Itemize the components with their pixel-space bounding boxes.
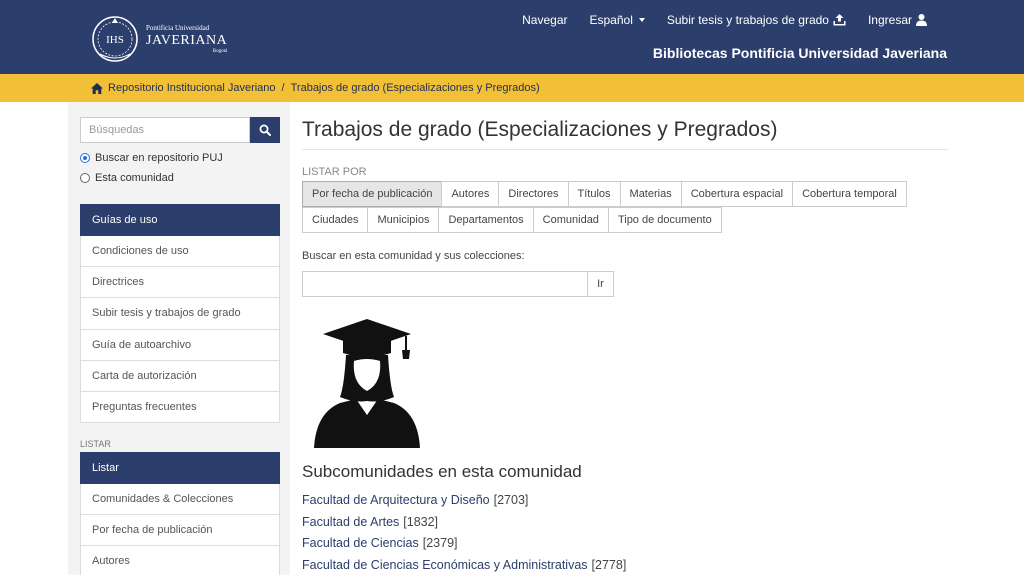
breadcrumb-separator: / [281,82,285,94]
breadcrumb: Repositorio Institucional Javeriano / Tr… [0,74,1024,102]
nav-login[interactable]: Ingresar [857,12,938,28]
sidebar-item-authorization[interactable]: Carta de autorización [80,360,280,392]
guides-header[interactable]: Guías de uso [80,204,280,236]
subcommunities-list: Facultad de Arquitectura y Diseño [2703]… [302,489,626,575]
nav-navegar-label: Navegar [522,13,568,27]
top-navigation: Navegar Español Subir tesis y trabajos d… [511,12,938,28]
browse-directors-button[interactable]: Directores [498,181,569,207]
search-icon [259,124,271,136]
browse-departments-button[interactable]: Departamentos [438,207,534,233]
logo-line-3: Bogotá [212,48,228,54]
scope-option-label: Esta comunidad [95,172,174,184]
language-dropdown[interactable]: Español [579,12,656,28]
upload-icon [833,14,846,26]
browse-buttons-row-1: Por fecha de publicación Autores Directo… [302,181,907,207]
subcommunity-link[interactable]: Facultad de Ciencias Económicas y Admini… [302,558,588,572]
university-seal-icon: IHS [92,16,138,62]
radio-unselected[interactable] [80,173,90,183]
svg-text:IHS: IHS [106,34,124,46]
home-icon[interactable] [91,82,103,94]
browse-temporal-button[interactable]: Cobertura temporal [792,181,907,207]
browse-community-button[interactable]: Comunidad [532,207,609,233]
guides-list: Guías de uso Condiciones de uso Directri… [80,204,280,424]
item-count: [2379] [422,536,458,551]
user-icon [916,14,927,26]
university-logo[interactable]: IHS Pontificia Universidad JAVERIANA Bog… [90,14,230,64]
list-item: Facultad de Ciencias Económicas y Admini… [302,554,626,575]
sidebar-item-authors[interactable]: Autores [80,546,280,575]
browse-spatial-button[interactable]: Cobertura espacial [680,181,794,207]
list-item: Facultad de Arquitectura y Diseño [2703] [302,489,626,511]
scope-option-community[interactable]: Esta comunidad [80,172,174,184]
scope-option-repository[interactable]: Buscar en repositorio PUJ [80,152,223,164]
nav-upload-label: Subir tesis y trabajos de grado [666,13,829,27]
sidebar-item-self-archive[interactable]: Guía de autoarchivo [80,329,280,361]
logo-line-1: Pontificia Universidad [146,23,210,32]
site-header: IHS Pontificia Universidad JAVERIANA Bog… [0,0,1024,74]
breadcrumb-home-link[interactable]: Repositorio Institucional Javeriano [108,82,276,94]
go-button[interactable]: Ir [588,271,614,297]
breadcrumb-current: Trabajos de grado (Especializaciones y P… [290,82,540,94]
caret-down-icon [638,18,645,22]
browse-municipalities-button[interactable]: Municipios [367,207,440,233]
radio-selected[interactable] [80,153,90,163]
community-search-input[interactable] [302,271,588,297]
nav-upload-thesis[interactable]: Subir tesis y trabajos de grado [656,12,857,28]
browse-label: LISTAR POR [302,166,367,178]
subcommunities-title: Subcomunidades en esta comunidad [302,462,582,481]
logo-line-2: JAVERIANA [146,32,228,48]
list-item: Facultad de Ciencias [2379] [302,532,626,554]
sidebar-item-by-date[interactable]: Por fecha de publicación [80,515,280,547]
sidebar-item-faq[interactable]: Preguntas frecuentes [80,391,280,424]
nav-login-label: Ingresar [867,13,912,27]
graduate-icon [314,319,420,448]
browse-authors-button[interactable]: Autores [441,181,500,207]
browse-list: Listar Comunidades & Colecciones Por fec… [80,452,280,575]
sidebar-item-guidelines[interactable]: Directrices [80,267,280,299]
subcommunity-link[interactable]: Facultad de Artes [302,515,399,529]
item-count: [2703] [493,492,529,507]
subcommunity-link[interactable]: Facultad de Ciencias [302,536,419,550]
browse-titles-button[interactable]: Títulos [567,181,621,207]
list-header[interactable]: Listar [80,452,280,484]
sidebar-item-conditions[interactable]: Condiciones de uso [80,236,280,268]
sidebar-search [80,117,280,143]
search-button[interactable] [250,117,280,143]
scope-option-label: Buscar en repositorio PUJ [95,152,223,164]
list-section-label: LISTAR [80,439,111,449]
browse-cities-button[interactable]: Ciudades [302,207,369,233]
page-title: Trabajos de grado (Especializaciones y P… [302,118,778,141]
item-count: [1832] [403,514,439,529]
community-search-label: Buscar en esta comunidad y sus coleccion… [302,250,525,262]
divider [302,149,948,150]
sidebar-item-communities[interactable]: Comunidades & Colecciones [80,484,280,516]
nav-navegar[interactable]: Navegar [511,12,578,28]
community-search: Ir [302,271,614,297]
search-input[interactable] [80,117,250,143]
list-item: Facultad de Artes [1832] [302,511,626,533]
site-title[interactable]: Bibliotecas Pontificia Universidad Javer… [653,45,947,61]
browse-by-date-button[interactable]: Por fecha de publicación [302,181,443,207]
sidebar-item-upload[interactable]: Subir tesis y trabajos de grado [80,298,280,330]
language-label: Español [589,13,633,27]
subcommunity-link[interactable]: Facultad de Arquitectura y Diseño [302,493,490,507]
browse-subjects-button[interactable]: Materias [619,181,682,207]
browse-buttons-row-2: Ciudades Municipios Departamentos Comuni… [302,207,722,233]
browse-doctype-button[interactable]: Tipo de documento [607,207,722,233]
item-count: [2778] [591,557,627,572]
